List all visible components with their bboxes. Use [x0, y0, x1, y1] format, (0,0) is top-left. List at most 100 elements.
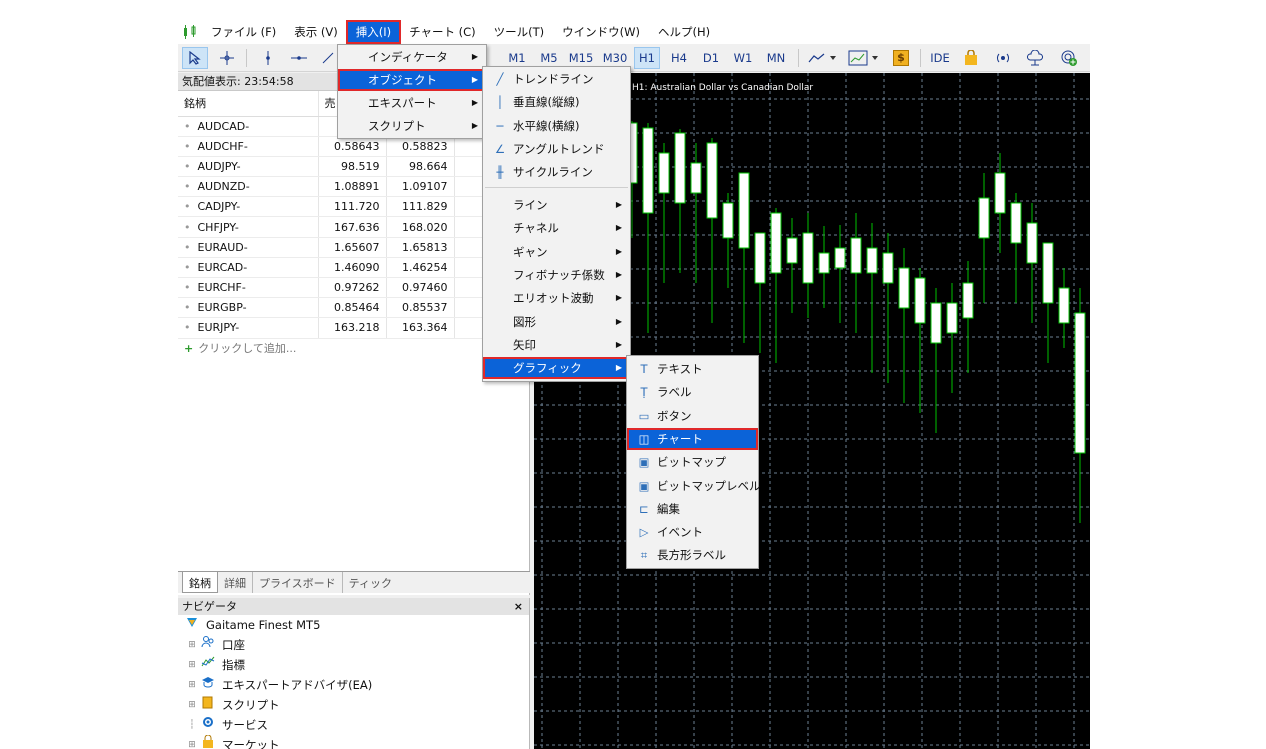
vertical-line-tool-icon[interactable]: [258, 47, 278, 69]
navigator-item[interactable]: ⊞ エキスパートアドバイザ(EA): [178, 675, 529, 695]
menu-item-graphic[interactable]: ▷ イベント: [627, 521, 758, 543]
menu-item-object[interactable]: ╫ サイクルライン: [483, 161, 630, 183]
expand-icon[interactable]: ⊞: [184, 695, 200, 715]
expand-icon[interactable]: ⊞: [184, 675, 200, 695]
tab-price-board[interactable]: プライスボード: [253, 572, 343, 593]
tab-ticks[interactable]: ティック: [343, 572, 398, 593]
submenu-arrow-icon: ▶: [615, 269, 622, 279]
navigator-item[interactable]: ⊞ スクリプト: [178, 695, 529, 715]
add-chart-icon[interactable]: [1058, 47, 1080, 69]
menu-item-objects[interactable]: オブジェクト ▶: [338, 69, 486, 91]
menu-charts[interactable]: チャート (C): [400, 21, 485, 43]
crosshair-icon[interactable]: [216, 47, 238, 69]
navigator-panel: ナビゲータ × Gaitame Finest MT5 ⊞ 口座 ⊞ 指標 ⊞ エキスパート…: [178, 598, 530, 749]
menu-item-graphics[interactable]: グラフィック ▶: [483, 357, 630, 380]
table-row[interactable]: • CHFJPY- 167.636 168.020: [178, 216, 530, 238]
vps-cloud-icon[interactable]: [1024, 47, 1046, 69]
menu-tools[interactable]: ツール(T): [485, 21, 554, 43]
menu-item-indicators[interactable]: インディケータ ▶: [338, 46, 486, 68]
table-row[interactable]: • EURCAD- 1.46090 1.46254: [178, 257, 530, 279]
menu-item-object[interactable]: ╱ トレンドライン: [483, 68, 630, 90]
menu-window[interactable]: ウインドウ(W): [553, 21, 649, 43]
menu-item-graphic[interactable]: Ṭ ラベル: [627, 381, 758, 403]
table-row[interactable]: • AUDCHF- 0.58643 0.58823: [178, 136, 530, 157]
trendline-tool-icon[interactable]: [320, 47, 336, 69]
candle-body: [642, 127, 654, 214]
market-icon: [200, 734, 216, 749]
ask-cell: 1.46254: [386, 257, 455, 279]
ide-button[interactable]: IDE: [928, 47, 952, 69]
submenu-arrow-icon: ▶: [615, 246, 622, 256]
add-symbol-row[interactable]: + クリックして追加...: [178, 339, 529, 359]
expand-icon[interactable]: ⊞: [184, 655, 200, 675]
menu-item-graphic[interactable]: ▭ ボタン: [627, 405, 758, 427]
expand-icon[interactable]: ⊞: [184, 735, 200, 749]
bid-cell: 167.636: [318, 216, 387, 238]
menu-insert[interactable]: 挿入(I): [345, 20, 402, 44]
menu-item-object-group[interactable]: チャネル ▶: [483, 217, 630, 239]
menu-item-object-group[interactable]: 図形 ▶: [483, 311, 630, 333]
table-row[interactable]: • AUDNZD- 1.08891 1.09107: [178, 176, 530, 198]
table-row[interactable]: • EURGBP- 0.85464 0.85537: [178, 297, 530, 319]
menu-item-object[interactable]: ∠ アングルトレンド: [483, 138, 630, 160]
timeframe-h4[interactable]: H4: [666, 47, 692, 69]
symbol-name: AUDCAD-: [197, 119, 250, 133]
chart-type-icon[interactable]: [806, 47, 840, 69]
timeframe-d1[interactable]: D1: [698, 47, 724, 69]
table-row[interactable]: • EURAUD- 1.65607 1.65813: [178, 237, 530, 258]
menu-item-chart[interactable]: ◫ チャート: [627, 427, 758, 450]
tree-line-icon: ┆: [189, 720, 195, 730]
signals-icon[interactable]: [992, 47, 1014, 69]
bullet-icon: •: [184, 180, 191, 194]
column-symbol[interactable]: 銘柄: [178, 91, 319, 117]
horizontal-line-tool-icon[interactable]: [288, 47, 310, 69]
table-row[interactable]: • EURCHF- 0.97262 0.97460: [178, 277, 530, 299]
menu-item-graphic[interactable]: ⌗ 長方形ラベル: [627, 544, 758, 566]
menu-item-object-group[interactable]: フィボナッチ係数 ▶: [483, 264, 630, 286]
chart-icon: ◫: [638, 431, 650, 446]
menu-item-object-group[interactable]: ライン ▶: [483, 194, 630, 216]
submenu-arrow-icon: ▶: [471, 52, 478, 61]
menu-item-graphic[interactable]: ⊏ 編集: [627, 498, 758, 520]
cursor-icon[interactable]: [182, 47, 208, 69]
timeframe-mn[interactable]: MN: [762, 47, 790, 69]
market-bag-icon[interactable]: [960, 47, 982, 69]
menu-item-scripts[interactable]: スクリプト ▶: [338, 115, 486, 137]
tab-symbols[interactable]: 銘柄: [182, 572, 218, 593]
indicator-chart-icon[interactable]: [846, 47, 882, 69]
menu-help[interactable]: ヘルプ(H): [649, 21, 719, 43]
menu-file[interactable]: ファイル (F): [202, 21, 285, 43]
timeframe-h1[interactable]: H1: [634, 47, 660, 69]
timeframe-w1[interactable]: W1: [730, 47, 756, 69]
menu-item-experts[interactable]: エキスパート ▶: [338, 92, 486, 114]
table-row[interactable]: • EURJPY- 163.218 163.364: [178, 317, 530, 339]
close-icon[interactable]: ×: [514, 598, 523, 615]
expand-icon[interactable]: ⊞: [184, 635, 200, 655]
menu-item-graphic[interactable]: ▣ ビットマップ: [627, 451, 758, 473]
navigator-item[interactable]: ⊞ 指標: [178, 655, 529, 675]
tab-details[interactable]: 詳細: [218, 572, 253, 593]
menu-item-graphic[interactable]: T テキスト: [627, 358, 758, 380]
dollar-icon[interactable]: $: [890, 47, 912, 69]
bid-cell: 0.85464: [318, 297, 387, 319]
candle-body: [962, 282, 974, 319]
navigator-item[interactable]: ⊞ マーケット: [178, 734, 529, 749]
menu-item-object[interactable]: │ 垂直線(縦線): [483, 91, 630, 113]
navigator-item[interactable]: ⊞ 口座: [178, 635, 529, 655]
market-watch-panel: 気配値表示: 23:54:58 銘柄 売 • AUDCAD- • AUDCHF- 0.5…: [178, 73, 530, 595]
navigator-root[interactable]: Gaitame Finest MT5: [178, 615, 529, 635]
table-row[interactable]: • CADJPY- 111.720 111.829: [178, 196, 530, 218]
menu-item-object[interactable]: ─ 水平線(横線): [483, 115, 630, 137]
bullet-icon: •: [184, 240, 191, 254]
menu-item-object-group[interactable]: ギャン ▶: [483, 241, 630, 263]
menu-item-object-group[interactable]: 矢印 ▶: [483, 334, 630, 356]
plus-icon: +: [184, 341, 194, 355]
menu-view[interactable]: 表示 (V): [285, 21, 347, 43]
candle-body: [1058, 287, 1070, 324]
table-row[interactable]: • AUDJPY- 98.519 98.664: [178, 156, 530, 178]
submenu-arrow-icon: ▶: [615, 293, 622, 303]
navigator-item[interactable]: ┆ サービス: [178, 715, 529, 735]
ask-cell: 0.97460: [386, 277, 455, 299]
menu-item-object-group[interactable]: エリオット波動 ▶: [483, 287, 630, 309]
menu-item-graphic[interactable]: ▣ ビットマップレベル: [627, 475, 761, 497]
